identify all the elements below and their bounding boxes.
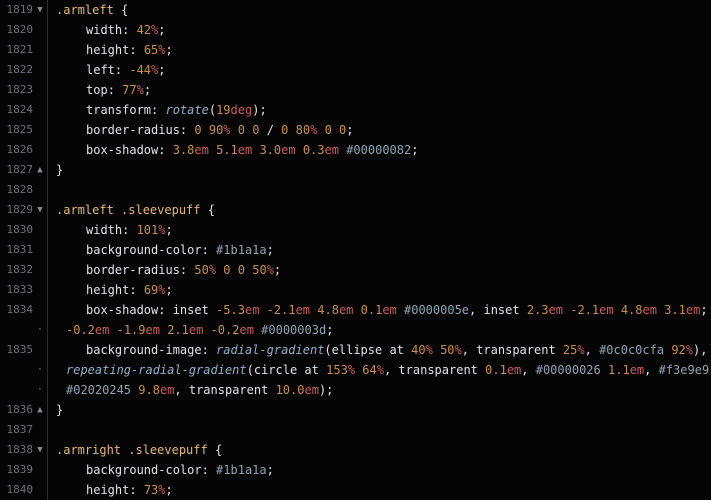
line-number: 1830 bbox=[7, 220, 36, 240]
gutter-line: 1838▼ bbox=[0, 440, 47, 460]
code-line[interactable]: height: 69%; bbox=[56, 280, 711, 300]
gutter-line: 1821 bbox=[0, 40, 47, 60]
line-number: 1831 bbox=[7, 240, 36, 260]
line-number: 1834 bbox=[7, 300, 36, 320]
fold-arrow-icon: · bbox=[35, 380, 45, 400]
gutter-line: 1836▲ bbox=[0, 400, 47, 420]
gutter-line: 1834 bbox=[0, 300, 47, 320]
code-line[interactable]: -0.2em -1.9em 2.1em -0.2em #0000003d; bbox=[56, 320, 711, 340]
gutter-line: 1824 bbox=[0, 100, 47, 120]
fold-arrow-icon[interactable]: ▼ bbox=[35, 200, 45, 220]
code-line[interactable]: border-radius: 50% 0 0 50%; bbox=[56, 260, 711, 280]
gutter-line: 1828 bbox=[0, 180, 47, 200]
gutter-line: 1833 bbox=[0, 280, 47, 300]
line-number: 1839 bbox=[7, 460, 36, 480]
line-number: 1826 bbox=[7, 140, 36, 160]
code-line[interactable]: repeating-radial-gradient(circle at 153%… bbox=[56, 360, 711, 380]
code-line[interactable]: .armleft { bbox=[56, 0, 711, 20]
line-number: 1838 bbox=[7, 440, 36, 460]
gutter-line: 1823 bbox=[0, 80, 47, 100]
gutter-line: 1831 bbox=[0, 240, 47, 260]
line-number: 1840 bbox=[7, 480, 36, 500]
code-line[interactable] bbox=[56, 180, 711, 200]
line-number: 1836 bbox=[7, 400, 36, 420]
code-line[interactable]: width: 101%; bbox=[56, 220, 711, 240]
code-line[interactable]: height: 73%; bbox=[56, 480, 711, 500]
gutter-line: 1837 bbox=[0, 420, 47, 440]
gutter-line: 1820 bbox=[0, 20, 47, 40]
line-number: 1823 bbox=[7, 80, 36, 100]
code-line[interactable]: top: 77%; bbox=[56, 80, 711, 100]
fold-arrow-icon: · bbox=[35, 360, 45, 380]
line-number: 1835 bbox=[7, 340, 36, 360]
gutter-line: 1819▼ bbox=[0, 0, 47, 20]
gutter-line: 1832 bbox=[0, 260, 47, 280]
code-line[interactable] bbox=[56, 420, 711, 440]
gutter-line: 1827▲ bbox=[0, 160, 47, 180]
code-line[interactable]: } bbox=[56, 400, 711, 420]
code-line[interactable]: height: 65%; bbox=[56, 40, 711, 60]
code-line[interactable]: transform: rotate(19deg); bbox=[56, 100, 711, 120]
fold-arrow-icon: · bbox=[35, 320, 45, 340]
code-line[interactable]: .armleft .sleevepuff { bbox=[56, 200, 711, 220]
line-number: 1832 bbox=[7, 260, 36, 280]
code-line[interactable]: } bbox=[56, 160, 711, 180]
gutter-line: 1825 bbox=[0, 120, 47, 140]
code-line[interactable]: box-shadow: 3.8em 5.1em 3.0em 0.3em #000… bbox=[56, 140, 711, 160]
gutter-line: 1835 bbox=[0, 340, 47, 360]
fold-arrow-icon[interactable]: ▼ bbox=[35, 440, 45, 460]
code-line[interactable]: #02020245 9.8em, transparent 10.0em); bbox=[56, 380, 711, 400]
line-number: 1822 bbox=[7, 60, 36, 80]
line-number: 1837 bbox=[7, 420, 36, 440]
code-area[interactable]: .armleft {width: 42%;height: 65%;left: -… bbox=[48, 0, 711, 500]
gutter-line: · bbox=[0, 320, 47, 340]
fold-arrow-icon[interactable]: ▲ bbox=[35, 160, 45, 180]
line-number: 1828 bbox=[7, 180, 36, 200]
line-number: 1821 bbox=[7, 40, 36, 60]
line-number: 1829 bbox=[7, 200, 36, 220]
code-line[interactable]: background-color: #1b1a1a; bbox=[56, 240, 711, 260]
gutter-line: 1840 bbox=[0, 480, 47, 500]
line-number: 1820 bbox=[7, 20, 36, 40]
gutter-line: · bbox=[0, 360, 47, 380]
gutter-line: 1829▼ bbox=[0, 200, 47, 220]
gutter-line: 1826 bbox=[0, 140, 47, 160]
code-line[interactable]: width: 42%; bbox=[56, 20, 711, 40]
line-number: 1819 bbox=[7, 0, 36, 20]
code-line[interactable]: .armright .sleevepuff { bbox=[56, 440, 711, 460]
fold-arrow-icon[interactable]: ▲ bbox=[35, 400, 45, 420]
code-line[interactable]: left: -44%; bbox=[56, 60, 711, 80]
code-line[interactable]: box-shadow: inset -5.3em -2.1em 4.8em 0.… bbox=[56, 300, 711, 320]
fold-arrow-icon[interactable]: ▼ bbox=[35, 0, 45, 20]
code-line[interactable]: background-color: #1b1a1a; bbox=[56, 460, 711, 480]
line-number: 1825 bbox=[7, 120, 36, 140]
code-line[interactable]: border-radius: 0 90% 0 0 / 0 80% 0 0; bbox=[56, 120, 711, 140]
gutter-line: 1830 bbox=[0, 220, 47, 240]
code-line[interactable]: background-image: radial-gradient(ellips… bbox=[56, 340, 711, 360]
line-number: 1824 bbox=[7, 100, 36, 120]
gutter-line: · bbox=[0, 380, 47, 400]
gutter-line: 1822 bbox=[0, 60, 47, 80]
code-editor[interactable]: 1819▼18201821182218231824182518261827▲18… bbox=[0, 0, 711, 500]
line-number: 1827 bbox=[7, 160, 36, 180]
gutter-line: 1839 bbox=[0, 460, 47, 480]
line-number: 1833 bbox=[7, 280, 36, 300]
line-number-gutter[interactable]: 1819▼18201821182218231824182518261827▲18… bbox=[0, 0, 48, 500]
